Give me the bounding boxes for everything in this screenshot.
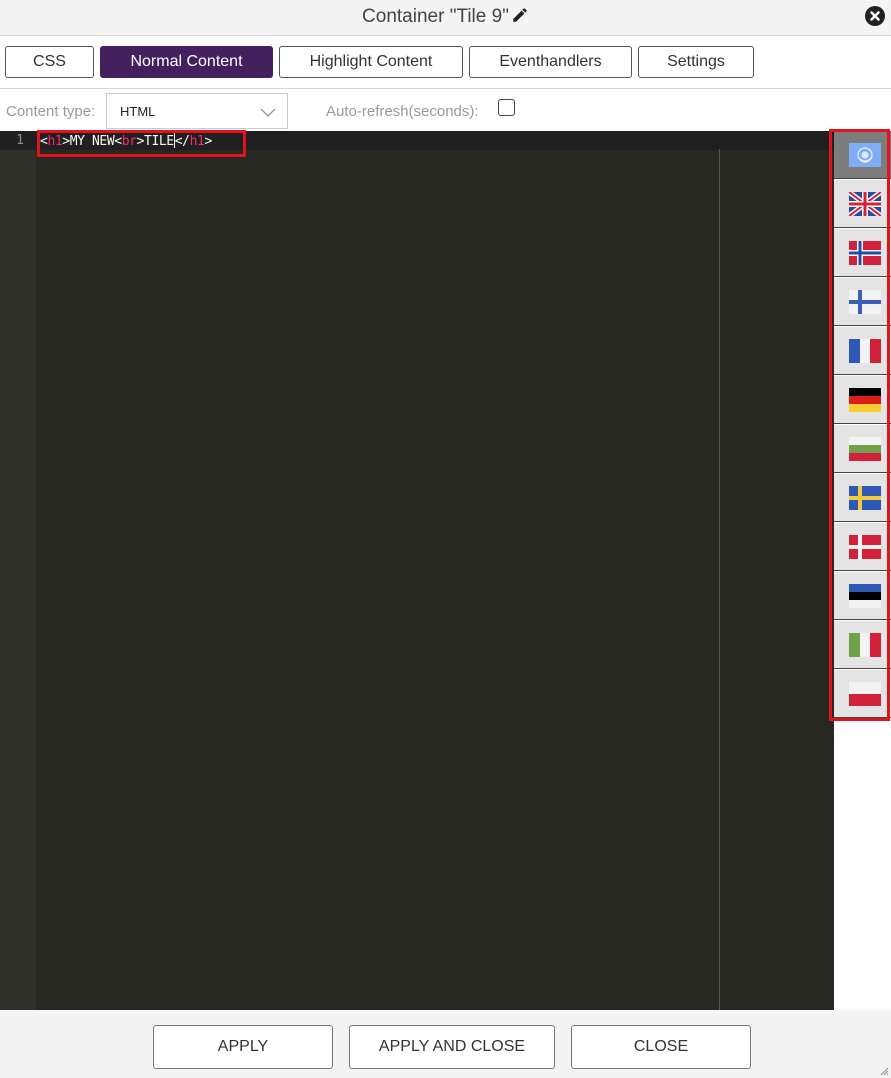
apply-button[interactable]: APPLY (153, 1025, 333, 1069)
dialog-title-text: Container "Tile 9" (362, 6, 509, 27)
content-type-label: Content type: (6, 103, 96, 120)
poland-flag-icon (849, 682, 881, 706)
code-tag-token: h1 (47, 134, 63, 149)
close-button[interactable]: CLOSE (571, 1025, 751, 1069)
estonia-flag-icon (849, 584, 881, 608)
code-tag-token: br (121, 134, 137, 149)
code-token: > (204, 134, 212, 149)
language-un[interactable] (834, 131, 891, 179)
language-dk[interactable] (834, 523, 891, 571)
auto-refresh-label: Auto-refresh(seconds): (326, 103, 479, 120)
denmark-flag-icon (849, 535, 881, 559)
code-token: >TILE (136, 134, 175, 149)
line-number: 1 (16, 133, 24, 148)
germany-flag-icon (849, 388, 881, 412)
code-line[interactable]: <h1>MY NEW<br>TILE</h1> (40, 133, 212, 149)
italy-flag-icon (849, 633, 881, 657)
finland-flag-icon (849, 290, 881, 314)
france-flag-icon (849, 339, 881, 363)
tab-normal-content[interactable]: Normal Content (100, 46, 273, 78)
tab-settings[interactable]: Settings (638, 46, 754, 78)
code-editor[interactable]: 1 <h1>MY NEW<br>TILE</h1> (0, 131, 834, 1010)
tab-bar: CSS Normal Content Highlight Content Eve… (0, 36, 891, 89)
close-icon[interactable] (865, 6, 885, 26)
language-gb[interactable] (834, 180, 891, 228)
resize-handle-icon[interactable] (879, 1066, 889, 1076)
language-it[interactable] (834, 621, 891, 669)
content-type-value: HTML (120, 104, 156, 119)
chevron-down-icon (260, 108, 276, 117)
language-pl[interactable] (834, 670, 891, 718)
editor-gutter (0, 131, 36, 1010)
pencil-icon[interactable] (511, 6, 529, 24)
code-token: >MY NEW (62, 134, 115, 149)
print-margin (719, 149, 720, 1010)
apply-and-close-button[interactable]: APPLY AND CLOSE (349, 1025, 555, 1069)
dialog-title: Container "Tile 9" (0, 6, 891, 28)
tab-highlight-content[interactable]: Highlight Content (279, 46, 463, 78)
tab-eventhandlers[interactable]: Eventhandlers (469, 46, 632, 78)
code-tag-token: h1 (189, 134, 205, 149)
language-selector (834, 131, 891, 1010)
language-fi[interactable] (834, 278, 891, 326)
un-flag-icon (849, 143, 881, 167)
language-de[interactable] (834, 376, 891, 424)
uk-flag-icon (849, 192, 881, 216)
options-row: Content type: HTML Auto-refresh(seconds)… (0, 89, 891, 131)
language-bg[interactable] (834, 425, 891, 473)
auto-refresh-checkbox[interactable] (498, 99, 515, 116)
code-token: </ (174, 134, 190, 149)
tab-css[interactable]: CSS (5, 46, 94, 78)
language-ee[interactable] (834, 572, 891, 620)
dialog-footer: APPLY APPLY AND CLOSE CLOSE (0, 1010, 891, 1078)
content-type-select[interactable]: HTML (106, 93, 288, 129)
language-se[interactable] (834, 474, 891, 522)
code-token: < (114, 134, 122, 149)
norway-flag-icon (849, 241, 881, 265)
sweden-flag-icon (849, 486, 881, 510)
dialog-titlebar: Container "Tile 9" (0, 0, 891, 36)
bulgaria-flag-icon (849, 437, 881, 461)
language-no[interactable] (834, 229, 891, 277)
language-fr[interactable] (834, 327, 891, 375)
